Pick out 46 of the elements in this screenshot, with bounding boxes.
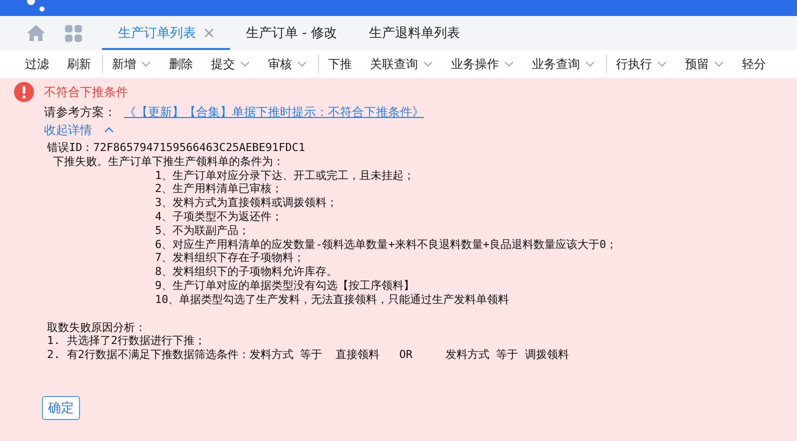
toolbar-button[interactable]: 业务查询 xyxy=(523,55,604,73)
condition-text: 2、生产用料清单已审核； xyxy=(154,182,284,196)
condition-text: 1、生产订单对应分录下达、开工或完工，且未挂起； xyxy=(154,168,416,182)
caret-icon xyxy=(504,61,514,67)
condition-text: 4、子项类型不为返还件； xyxy=(154,210,284,224)
error-id: 错误ID：72F8657947159566463C25AEBE91FDC1 xyxy=(46,141,306,155)
confirm-button[interactable]: 确定 xyxy=(42,396,80,420)
caret-icon xyxy=(297,61,307,67)
condition-text: 7、发料组织下存在子项物料； xyxy=(154,251,306,266)
condition-text: 10、单据类型勾选了生产发料，无法直接领料，只能通过生产发料单领料 xyxy=(154,292,510,307)
caret-icon xyxy=(104,127,114,133)
condition-text: 8、发料组织下的子项物料允许库存。 xyxy=(154,265,339,279)
tab[interactable]: 生产订单 - 修改 xyxy=(230,18,353,50)
toolbar-button[interactable]: 审核 xyxy=(259,55,316,73)
toolbar-button[interactable]: 预留 xyxy=(676,55,733,73)
caret-icon xyxy=(714,61,724,67)
tab[interactable]: 生产退料单列表 xyxy=(352,18,476,50)
analysis-text: 1. 共选择了2行数据进行下推； xyxy=(46,334,206,348)
condition-text: 9、生产订单对应的单据类型没有勾选【按工序领料】 xyxy=(154,278,416,293)
reference-label: 请参考方案： xyxy=(44,104,116,121)
toolbar-button[interactable]: 下推 xyxy=(318,55,361,73)
analysis-title: 取数失败原因分析： xyxy=(46,320,147,334)
caret-icon xyxy=(423,61,433,67)
toolbar-button[interactable]: 新增 xyxy=(102,55,160,73)
home-icon[interactable] xyxy=(27,25,45,41)
caret-icon xyxy=(585,61,595,67)
caret-icon xyxy=(657,61,667,67)
toolbar-button[interactable]: 刷新 xyxy=(58,55,100,73)
toolbar-button[interactable]: 轻分 xyxy=(733,55,775,73)
toolbar-button[interactable]: 行执行 xyxy=(606,55,676,73)
toolbar-button[interactable]: 业务操作 xyxy=(442,55,523,73)
toolbar-button[interactable]: 过滤 xyxy=(16,55,58,73)
condition-text: 5、不为联副产品； xyxy=(154,224,251,238)
error-title: 不符合下推条件 xyxy=(44,84,128,100)
toolbar-button[interactable]: 提交 xyxy=(202,55,259,73)
grid-icon[interactable] xyxy=(65,24,82,42)
analysis-text: 2. 有2行数据不满足下推数据筛选条件：发料方式 等于 直接领料 OR 发料方式 等于 调拨领料 xyxy=(46,348,570,362)
summary-text: 下推失败。生产订单下推生产领料单的条件为： xyxy=(52,154,285,169)
condition-text: 3、发料方式为直接领料或调拨领料； xyxy=(154,196,339,210)
caret-icon xyxy=(141,61,151,67)
toolbar-button[interactable]: 删除 xyxy=(160,55,202,73)
caret-icon xyxy=(240,61,250,67)
close-icon[interactable] xyxy=(204,28,214,38)
condition-text: 6、对应生产用料清单的应发数量-领料选单数量+来料不良退料数量+良品退料数量应该大于0； xyxy=(154,238,618,252)
toolbar-button[interactable]: 关联查询 xyxy=(361,55,442,73)
error-icon xyxy=(14,82,34,102)
